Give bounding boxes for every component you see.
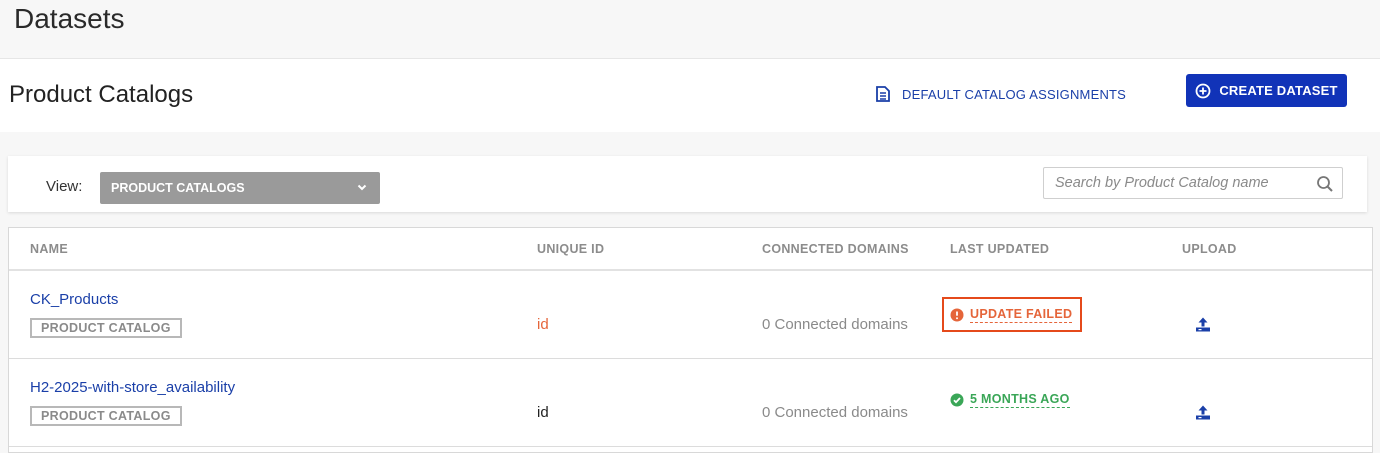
create-dataset-button[interactable]: CREATE DATASET xyxy=(1186,74,1347,107)
column-header-unique-id: UNIQUE ID xyxy=(537,242,605,256)
top-header: Datasets xyxy=(0,0,1380,59)
connected-domains: 0 Connected domains xyxy=(762,404,908,421)
status-badge-failed[interactable]: UPDATE FAILED xyxy=(942,297,1083,332)
check-circle-icon xyxy=(950,393,964,407)
filter-bar: View: PRODUCT CATALOGS xyxy=(8,156,1367,212)
view-label: View: xyxy=(46,178,83,195)
error-circle-icon xyxy=(950,308,964,321)
table-row: H2-2025-with-store_availability PRODUCT … xyxy=(9,359,1372,447)
create-dataset-label: CREATE DATASET xyxy=(1219,83,1338,98)
chevron-down-icon xyxy=(357,184,367,191)
upload-icon[interactable] xyxy=(1194,404,1212,422)
default-catalog-assignments-button[interactable]: DEFAULT CATALOG ASSIGNMENTS xyxy=(876,81,1126,107)
column-header-name: NAME xyxy=(30,242,69,256)
dataset-type-tag: PRODUCT CATALOG xyxy=(30,406,182,426)
connected-domains: 0 Connected domains xyxy=(762,316,908,333)
datasets-table: NAME UNIQUE ID CONNECTED DOMAINS LAST UP… xyxy=(8,227,1373,453)
column-header-connected-domains: CONNECTED DOMAINS xyxy=(762,242,909,256)
status-text: UPDATE FAILED xyxy=(970,306,1073,323)
search-input[interactable] xyxy=(1044,168,1304,198)
unique-id: id xyxy=(537,404,549,421)
default-catalog-assignments-label: DEFAULT CATALOG ASSIGNMENTS xyxy=(902,86,1127,102)
column-header-upload: UPLOAD xyxy=(1182,242,1237,256)
view-select[interactable]: PRODUCT CATALOGS xyxy=(100,172,380,204)
section-header: Product Catalogs DEFAULT CATALOG ASSIGNM… xyxy=(0,59,1380,132)
table-row: CK_Products PRODUCT CATALOG id 0 Connect… xyxy=(9,271,1372,359)
unique-id: id xyxy=(537,316,549,333)
upload-icon[interactable] xyxy=(1194,316,1212,334)
plus-circle-icon xyxy=(1195,83,1211,98)
status-text: 5 MONTHS AGO xyxy=(970,392,1070,408)
view-select-value: PRODUCT CATALOGS xyxy=(111,181,245,195)
search-box[interactable] xyxy=(1043,167,1343,199)
dataset-name-link[interactable]: H2-2025-with-store_availability xyxy=(30,379,235,396)
status-badge-ok[interactable]: 5 MONTHS AGO xyxy=(950,392,1070,408)
column-header-last-updated: LAST UPDATED xyxy=(950,242,1050,256)
search-icon[interactable] xyxy=(1316,175,1334,193)
document-list-icon xyxy=(876,86,890,102)
dataset-type-tag: PRODUCT CATALOG xyxy=(30,318,182,338)
dataset-name-link[interactable]: CK_Products xyxy=(30,291,118,308)
section-title: Product Catalogs xyxy=(9,81,194,108)
page-title: Datasets xyxy=(14,3,125,34)
table-header: NAME UNIQUE ID CONNECTED DOMAINS LAST UP… xyxy=(9,228,1372,271)
